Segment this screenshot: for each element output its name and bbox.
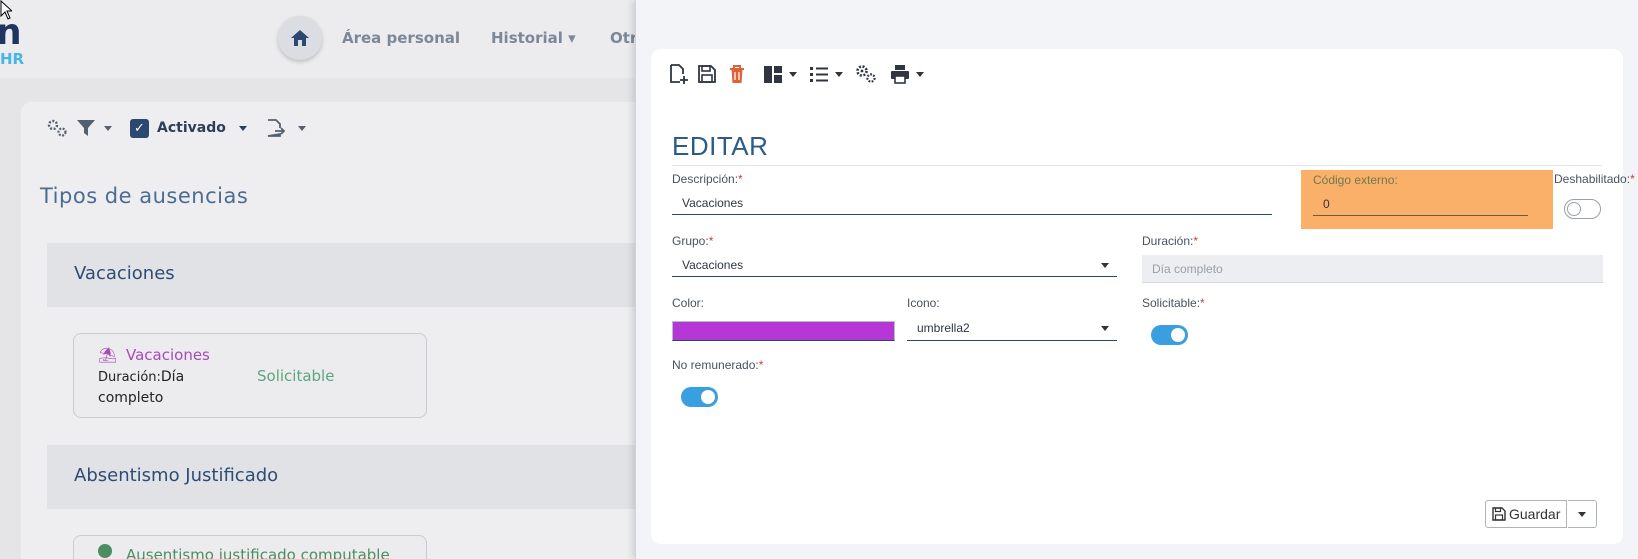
new-document-icon <box>670 64 688 84</box>
toggle-knob <box>701 390 715 404</box>
list-icon <box>810 67 828 82</box>
new-document-button[interactable] <box>668 63 690 85</box>
codigo-externo-highlight: Código externo: 0 <box>1301 170 1553 229</box>
solicitable-toggle[interactable] <box>1151 325 1188 345</box>
chevron-down-icon <box>1101 325 1109 331</box>
toggle-knob <box>1171 328 1185 342</box>
nav-area-personal[interactable]: Área personal <box>342 29 460 47</box>
settings-button[interactable] <box>854 63 878 85</box>
toggle-knob <box>1567 202 1581 216</box>
duration-label: Duración: <box>98 370 161 385</box>
umbrella-icon: ⛱ <box>98 346 118 364</box>
printer-icon <box>891 65 909 84</box>
chevron-down-icon <box>1101 262 1109 268</box>
save-icon-button[interactable] <box>697 63 717 85</box>
solicitable-label: Solicitable:* <box>1142 296 1205 310</box>
activado-checkbox[interactable]: ✓ <box>130 118 149 138</box>
no-remunerado-toggle[interactable] <box>681 387 718 407</box>
grupo-value: Vacaciones <box>682 257 744 272</box>
export-icon[interactable] <box>265 118 285 138</box>
edit-side-panel: EDITAR Descripción:* Vacaciones Código e… <box>635 0 1638 559</box>
guardar-button[interactable]: Guardar <box>1485 500 1568 528</box>
duracion-label: Duración:* <box>1142 234 1199 248</box>
title-divider <box>672 165 1602 166</box>
absence-card-name: Vacaciones <box>126 346 210 364</box>
grupo-label: Grupo:* <box>672 234 714 248</box>
print-button[interactable] <box>889 63 924 85</box>
layout-icon <box>764 66 782 83</box>
list-toolbar: ✓ Activado <box>46 118 306 138</box>
edit-title: EDITAR <box>672 131 769 161</box>
deshabilitado-label: Deshabilitado:* <box>1554 172 1635 186</box>
settings-icon[interactable] <box>46 118 68 138</box>
layout-caret[interactable] <box>789 71 797 77</box>
codigo-externo-label: Código externo: <box>1313 173 1398 187</box>
icono-label: Icono: <box>907 296 940 310</box>
list-caret[interactable] <box>835 71 843 77</box>
mouse-cursor-icon <box>0 0 12 20</box>
absence-card-absentismo[interactable]: Ausentismo justificado computable <box>73 535 427 559</box>
absence-card-status: Solicitable <box>257 367 335 385</box>
duration-value: Día <box>160 369 185 385</box>
delete-button[interactable] <box>728 63 746 85</box>
duracion-placeholder: Día completo <box>1152 261 1223 276</box>
color-label: Color: <box>672 296 705 310</box>
activado-label[interactable]: Activado <box>157 120 226 136</box>
layout-button[interactable] <box>762 63 797 85</box>
list-button[interactable] <box>808 63 843 85</box>
icono-value: umbrella2 <box>917 320 970 335</box>
home-button[interactable] <box>278 16 322 60</box>
nav-historial[interactable]: Historial ▾ <box>491 29 576 47</box>
group-header-absentismo: Absentismo Justificado <box>47 445 661 509</box>
descripcion-input[interactable]: Vacaciones <box>672 191 1272 215</box>
codigo-externo-input[interactable]: 0 <box>1313 192 1528 216</box>
icono-select[interactable]: umbrella2 <box>907 315 1117 341</box>
grupo-select[interactable]: Vacaciones <box>672 253 1117 277</box>
print-caret[interactable] <box>916 71 924 77</box>
export-caret[interactable] <box>297 125 306 131</box>
absence-card-duration: Duración:Día completo <box>98 367 198 409</box>
trash-icon <box>730 65 744 83</box>
descripcion-label: Descripción:* <box>672 172 743 186</box>
duracion-input: Día completo <box>1142 255 1603 283</box>
codigo-externo-value: 0 <box>1323 196 1330 211</box>
descripcion-value: Vacaciones <box>682 195 744 210</box>
activado-caret[interactable] <box>238 125 247 131</box>
nav-otros[interactable]: Otr <box>610 29 637 47</box>
floppy-icon <box>698 65 716 83</box>
absence-card-vacaciones[interactable]: ⛱ Vacaciones Duración:Día completo Solic… <box>73 333 427 418</box>
filter-icon[interactable] <box>76 119 96 137</box>
duration-value-2: completo <box>98 390 164 406</box>
gears-icon <box>856 65 876 83</box>
filter-caret[interactable] <box>104 125 112 131</box>
deshabilitado-toggle[interactable] <box>1564 199 1601 219</box>
page-title: Tipos de ausencias <box>40 184 249 208</box>
app-logo-sub: HR <box>0 50 25 68</box>
no-remunerado-label: No remunerado:* <box>672 358 764 372</box>
absence-card-name-2: Ausentismo justificado computable <box>126 546 390 559</box>
group-header-vacaciones: Vacaciones <box>47 243 661 307</box>
home-icon <box>291 30 309 46</box>
floppy-icon <box>1492 507 1506 521</box>
guardar-dropdown-button[interactable] <box>1568 500 1597 528</box>
absence-icon <box>98 544 112 558</box>
guardar-label: Guardar <box>1509 506 1561 522</box>
chevron-down-icon <box>1578 512 1586 517</box>
color-picker[interactable] <box>672 321 895 341</box>
edit-form-card: EDITAR Descripción:* Vacaciones Código e… <box>651 49 1635 544</box>
